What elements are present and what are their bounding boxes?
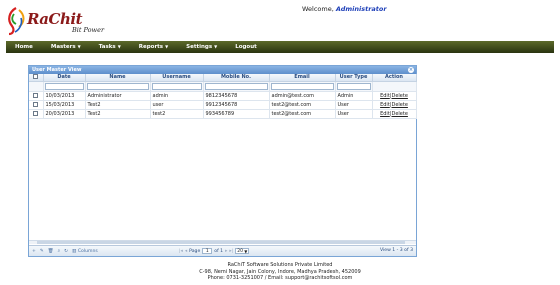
filter-username-input[interactable] <box>151 82 202 90</box>
columns-icon: ▥ <box>72 248 77 254</box>
welcome-prefix: Welcome, <box>302 5 334 13</box>
chevron-down-icon: ▼ <box>165 44 169 49</box>
column-header-date[interactable]: Date <box>43 74 86 82</box>
cell-action: Edit|Delete <box>372 109 417 119</box>
cell-user-type: User <box>335 100 373 110</box>
column-header-mobile[interactable]: Mobile No. <box>203 74 270 82</box>
cell-name: Administrator <box>85 91 151 101</box>
page-number-input[interactable]: 1 <box>202 248 213 254</box>
cell-action: Edit|Delete <box>372 100 417 110</box>
first-page-icon[interactable]: |◂ <box>179 249 183 254</box>
company-logo: RaChit Bit Power <box>3 4 133 38</box>
nav-item-tasks[interactable]: Tasks ▼ <box>90 44 130 50</box>
filter-date-input[interactable] <box>44 82 84 90</box>
grid-pager: + ✎ 🗑 ⌕ ↻ ▥ Columns |◂ ◂ Page 1 of 1 ▸ ▸… <box>29 245 416 256</box>
filter-email-input[interactable] <box>270 82 334 90</box>
filter-name-input[interactable] <box>86 82 149 90</box>
table-row[interactable]: 20/03/2013 Test2 test2 993456789 test2@t… <box>29 109 417 119</box>
cell-mobile: 9912345678 <box>203 100 270 110</box>
cell-mobile: 993456789 <box>203 109 270 119</box>
grid-caption: User Master View × <box>29 66 416 74</box>
horizontal-scrollbar[interactable] <box>29 240 416 244</box>
edit-link[interactable]: Edit <box>380 93 390 99</box>
edit-link[interactable]: Edit <box>380 111 390 117</box>
add-icon[interactable]: + <box>32 249 36 254</box>
filter-mobile-input[interactable] <box>204 82 268 90</box>
next-page-icon[interactable]: ▸ <box>225 249 227 254</box>
delete-link[interactable]: Delete <box>391 93 407 99</box>
select-all-header[interactable] <box>29 74 44 82</box>
user-master-grid: User Master View × Date Name Username Mo… <box>28 65 417 257</box>
last-page-icon[interactable]: ▸| <box>229 249 233 254</box>
cell-mobile: 9812345678 <box>203 91 270 101</box>
table-header-row: Date Name Username Mobile No. Email User… <box>29 74 417 82</box>
page-total: of 1 <box>214 248 224 254</box>
row-checkbox[interactable] <box>33 110 39 116</box>
logo-swirl-icon <box>8 7 25 36</box>
cell-user-type: Admin <box>335 91 373 101</box>
columns-button[interactable]: ▥ Columns <box>72 249 98 254</box>
delete-link[interactable]: Delete <box>391 102 407 108</box>
page-label: Page <box>189 248 201 254</box>
welcome-username[interactable]: Administrator <box>336 5 387 13</box>
column-header-username[interactable]: Username <box>150 74 204 82</box>
cell-name: Test2 <box>85 109 151 119</box>
nav-item-home[interactable]: Home <box>6 44 42 50</box>
collapse-icon[interactable]: × <box>408 67 414 73</box>
chevron-down-icon: ▼ <box>117 44 121 49</box>
cell-email: test2@test.com <box>269 109 336 119</box>
edit-icon[interactable]: ✎ <box>40 249 44 254</box>
cell-action: Edit|Delete <box>372 91 417 101</box>
scrollbar-thumb[interactable] <box>37 241 405 244</box>
column-header-name[interactable]: Name <box>85 74 151 82</box>
footer-contact: Phone: 0731-3251007 / Email: support@rac… <box>207 275 353 281</box>
refresh-icon[interactable]: ↻ <box>64 249 68 254</box>
welcome-message: Welcome, Administrator <box>302 5 387 13</box>
cell-username: admin <box>150 91 204 101</box>
user-table: Date Name Username Mobile No. Email User… <box>29 74 417 119</box>
row-checkbox[interactable] <box>33 92 39 98</box>
pager-navigation: |◂ ◂ Page 1 of 1 ▸ ▸| 20 ▼ <box>179 248 250 254</box>
cell-date: 10/03/2013 <box>43 91 86 101</box>
chevron-down-icon: ▼ <box>244 249 248 254</box>
search-icon[interactable]: ⌕ <box>58 248 61 254</box>
chevron-down-icon: ▼ <box>77 44 81 49</box>
column-header-email[interactable]: Email <box>269 74 336 82</box>
delete-icon[interactable]: 🗑 <box>48 249 54 254</box>
logo-tagline: Bit Power <box>72 26 105 34</box>
delete-link[interactable]: Delete <box>391 111 407 117</box>
column-header-action: Action <box>372 74 417 82</box>
prev-page-icon[interactable]: ◂ <box>185 249 187 254</box>
cell-email: test2@test.com <box>269 100 336 110</box>
filter-user-type-input[interactable] <box>336 82 371 90</box>
main-nav: Home Masters ▼ Tasks ▼ Reports ▼ Settings ▼ … <box>6 41 554 53</box>
edit-link[interactable]: Edit <box>380 102 390 108</box>
table-row[interactable]: 10/03/2013 Administrator admin 981234567… <box>29 91 417 101</box>
pager-toolbar: + ✎ 🗑 ⌕ ↻ ▥ Columns <box>32 248 98 255</box>
cell-username: user <box>150 100 204 110</box>
nav-item-logout[interactable]: Logout <box>226 44 266 50</box>
row-checkbox[interactable] <box>33 101 39 107</box>
select-all-checkbox[interactable] <box>33 74 39 80</box>
grid-title: User Master View <box>32 67 82 73</box>
table-row[interactable]: 15/03/2013 Test2 user 9912345678 test2@t… <box>29 100 417 110</box>
column-header-user-type[interactable]: User Type <box>335 74 373 82</box>
cell-email: admin@test.com <box>269 91 336 101</box>
page-size-select[interactable]: 20 ▼ <box>235 248 250 254</box>
page-footer: RaChiT Software Solutions Private Limite… <box>100 262 460 282</box>
nav-item-settings[interactable]: Settings ▼ <box>177 44 226 50</box>
nav-item-masters[interactable]: Masters ▼ <box>42 44 90 50</box>
chevron-down-icon: ▼ <box>214 44 218 49</box>
nav-item-reports[interactable]: Reports ▼ <box>130 44 177 50</box>
cell-date: 20/03/2013 <box>43 109 86 119</box>
cell-date: 15/03/2013 <box>43 100 86 110</box>
cell-username: test2 <box>150 109 204 119</box>
filter-row <box>29 81 417 92</box>
cell-user-type: User <box>335 109 373 119</box>
record-count: View 1 - 3 of 3 <box>379 248 413 253</box>
cell-name: Test2 <box>85 100 151 110</box>
